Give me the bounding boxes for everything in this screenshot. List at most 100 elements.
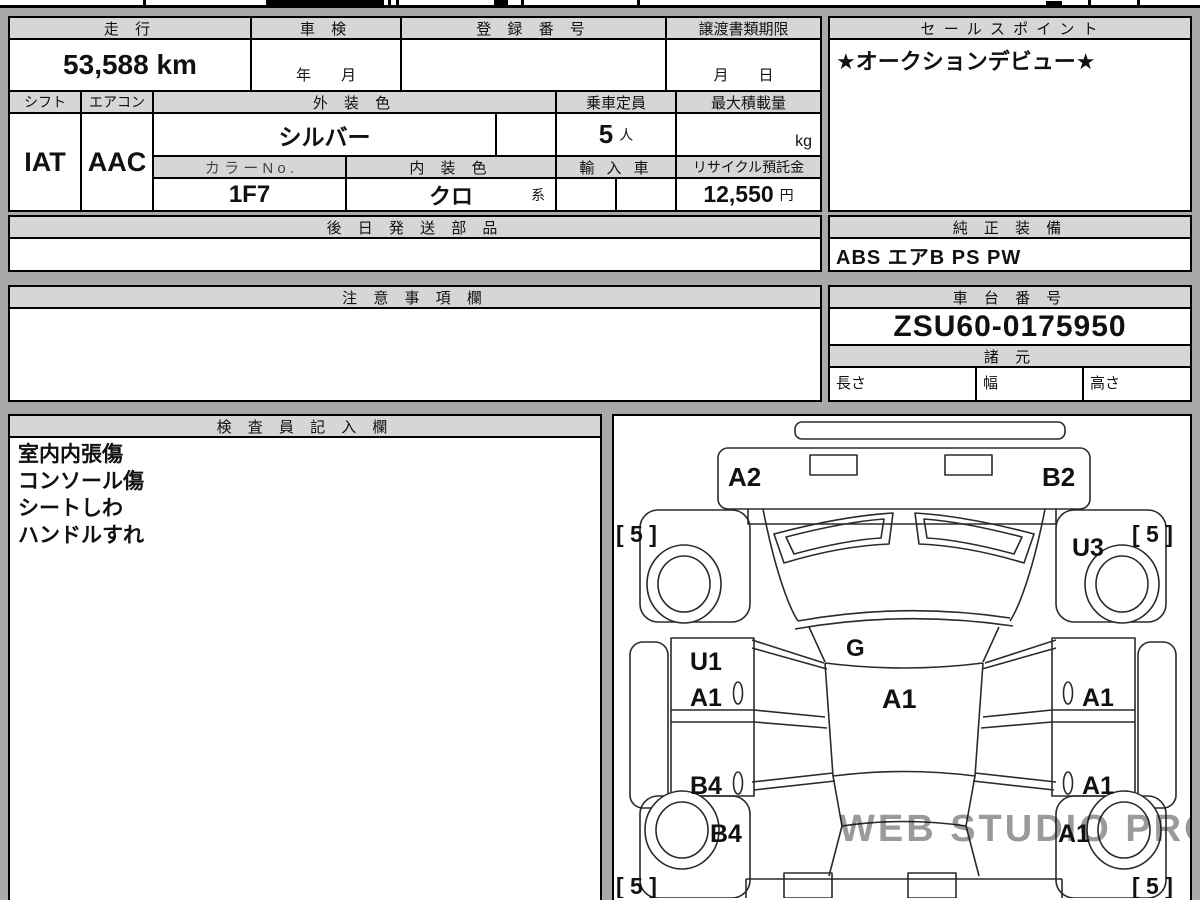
window-band-right [981, 710, 1135, 728]
door-handle-rl [734, 772, 743, 794]
max-load-value: kg [675, 112, 822, 157]
cowl-arc-2 [795, 619, 1013, 629]
rear-window-top [833, 772, 975, 777]
mark-door-front-left-u: U1 [690, 648, 722, 676]
later-parts-box [8, 237, 822, 272]
rear-bumper [746, 879, 1062, 898]
capacity-header: 乗車定員 [555, 90, 677, 114]
sales-point-header: セ ー ル ス ポ イ ン ト [828, 16, 1192, 40]
windshield-side-right [983, 627, 999, 662]
max-load-header: 最大積載量 [675, 90, 822, 114]
divider [388, 0, 391, 5]
divider [396, 0, 399, 5]
mark-door-front-left: A1 [690, 684, 722, 712]
inspection-value: 年 月 [250, 38, 402, 92]
color-no-header: カ ラ ー N o . [152, 155, 347, 179]
mark-tire-front-left: [ 5 ] [616, 521, 657, 547]
roof-side-left [825, 663, 833, 776]
recycle-deposit-value: 12,550 円 [675, 177, 822, 212]
mark-tire-rear-left: [ 5 ] [616, 873, 657, 898]
mark-roof: A1 [882, 684, 917, 714]
genuine-equipment-header: 純 正 装 備 [828, 215, 1192, 239]
text-remnant [1046, 1, 1062, 5]
window-band-left [671, 710, 827, 728]
text-remnant [494, 0, 508, 5]
exterior-color-value: シルバー [152, 112, 497, 157]
sales-point-value: ★オークションデビュー★ [828, 38, 1192, 212]
side-skirt-right [1138, 642, 1176, 808]
transfer-deadline-header: 譲渡書類期限 [665, 16, 822, 40]
import-car-header: 輸 入 車 [555, 155, 677, 179]
color-no-value: 1F7 [152, 177, 347, 212]
bumper-step [748, 509, 1056, 524]
door-handle-fr [1064, 682, 1073, 704]
interior-color-name: クロ [429, 179, 473, 211]
inspection-header: 車 検 [250, 16, 402, 40]
mark-fender-right: U3 [1072, 534, 1104, 562]
windshield-side-left [809, 627, 825, 662]
later-parts-header: 後 日 発 送 部 品 [8, 215, 822, 239]
interior-color-header: 内 装 色 [345, 155, 557, 179]
c-pillar-right [973, 773, 1056, 790]
exterior-color-extra [495, 112, 557, 157]
divider [1088, 0, 1091, 5]
inspector-header: 検 査 員 記 入 欄 [8, 414, 602, 438]
divider [637, 0, 640, 5]
aircon-header: エアコン [80, 90, 154, 114]
mileage-value: 53,588 km [8, 38, 252, 92]
mark-windshield: G [846, 635, 865, 662]
spec-length-cell: 長さ [828, 366, 977, 402]
mark-door-rear-right: A1 [1082, 772, 1114, 800]
door-handle-fl [734, 682, 743, 704]
spec-height-cell: 高さ [1082, 366, 1192, 402]
bumper-detail-left [810, 455, 857, 475]
capacity-unit: 人 [619, 125, 633, 145]
text-remnant [266, 0, 384, 6]
car-diagram: WEB STUDIO PRO A2 B2 [ 5 ] [ 5 ] [ 5 ] [… [614, 416, 1190, 898]
import-car-cell-1 [555, 177, 617, 212]
bumper-detail-right [945, 455, 992, 475]
watermark: WEB STUDIO PRO [839, 808, 1190, 850]
door-handle-rr [1064, 772, 1073, 794]
mark-quarter-right: A1 [1058, 820, 1090, 848]
spec-width-cell: 幅 [975, 366, 1084, 402]
capacity-value: 5 人 [555, 112, 677, 157]
inspector-note: 室内内張傷 [18, 441, 592, 468]
inspector-note: ハンドルすれ [18, 522, 592, 549]
front-grille-strip [795, 422, 1065, 439]
mark-quarter-left: B4 [710, 820, 742, 848]
hood-side-left [763, 509, 798, 621]
inspector-note: コンソール傷 [18, 468, 592, 495]
mark-front-bumper-right: B2 [1042, 462, 1075, 492]
shift-header: シフト [8, 90, 82, 114]
recycle-amount: 12,550 [703, 181, 773, 208]
mark-front-bumper-left: A2 [728, 462, 761, 492]
capacity-number: 5 [599, 119, 613, 150]
roof-side-right [975, 663, 983, 776]
aircon-value: AAC [80, 112, 154, 212]
mileage-header: 走 行 [8, 16, 252, 40]
recycle-deposit-header: リサイクル預託金 [675, 155, 822, 179]
rear-bumper-detail-right [908, 873, 956, 898]
front-bumper [718, 448, 1090, 509]
divider [143, 0, 146, 5]
chassis-no-header: 車 台 番 号 [828, 285, 1192, 309]
hood-side-right [1010, 509, 1045, 621]
inspector-box: 室内内張傷 コンソール傷 シートしわ ハンドルすれ [8, 436, 602, 900]
chassis-no-value: ZSU60-0175950 [828, 307, 1192, 346]
side-skirt-left [630, 642, 668, 808]
top-row-remnant [0, 0, 1200, 8]
specs-header: 諸 元 [828, 344, 1192, 368]
recycle-unit: 円 [780, 185, 794, 205]
windshield-bottom-arc [825, 663, 983, 668]
interior-color-value: クロ 系 [345, 177, 557, 212]
divider [1137, 0, 1140, 5]
mark-tire-front-right: [ 5 ] [1132, 521, 1173, 547]
notes-box [8, 307, 822, 402]
a-pillar-left [752, 640, 827, 669]
mark-door-front-right: A1 [1082, 684, 1114, 712]
c-pillar-left [752, 773, 835, 790]
mark-tire-rear-right: [ 5 ] [1132, 873, 1173, 898]
inspector-note: シートしわ [18, 495, 592, 522]
shift-value: IAT [8, 112, 82, 212]
